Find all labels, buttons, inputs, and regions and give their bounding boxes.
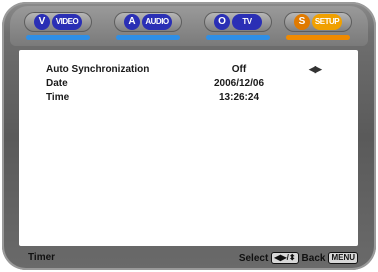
footer-bar: Timer Select ◀▶/⬍ Back MENU xyxy=(18,248,358,268)
video-icon: V xyxy=(34,14,50,30)
settings-panel: Auto Synchronization Off ◀▶ Date 2006/12… xyxy=(19,50,358,246)
back-hint-label: Back xyxy=(301,252,326,264)
tab-label: VIDEO xyxy=(52,14,82,30)
setting-value: 2006/12/06 xyxy=(213,78,265,89)
select-hint-label: Select xyxy=(238,252,269,264)
left-right-arrows-icon[interactable]: ◀▶ xyxy=(309,64,322,75)
footer-title: Timer xyxy=(28,252,56,263)
setup-icon: S xyxy=(294,14,310,30)
tv-icon: O xyxy=(214,14,230,30)
tab-underline xyxy=(116,35,180,40)
setting-row-auto-sync[interactable]: Auto Synchronization Off ◀▶ xyxy=(19,64,358,78)
tab-underline xyxy=(206,35,270,40)
tab-label: SETUP xyxy=(312,14,342,30)
setting-label: Date xyxy=(46,78,68,89)
tab-audio[interactable]: A AUDIO xyxy=(114,10,182,42)
tab-setup[interactable]: S SETUP xyxy=(284,10,352,42)
setting-value: Off xyxy=(231,64,247,75)
footer-hints: Select ◀▶/⬍ Back MENU xyxy=(239,252,358,264)
tab-underline xyxy=(26,35,90,40)
tab-label: TV xyxy=(232,14,262,30)
setting-value: 13:26:24 xyxy=(218,92,260,103)
setting-row-date[interactable]: Date 2006/12/06 xyxy=(19,78,358,92)
tab-bar: V VIDEO A AUDIO O TV S SETUP xyxy=(10,6,368,46)
setting-label: Time xyxy=(46,92,70,103)
tab-video[interactable]: V VIDEO xyxy=(24,10,92,42)
menu-key-icon[interactable]: MENU xyxy=(328,252,358,264)
select-key-icon: ◀▶/⬍ xyxy=(271,252,299,264)
tab-underline-active xyxy=(286,35,350,40)
audio-icon: A xyxy=(124,14,140,30)
tab-tv[interactable]: O TV xyxy=(204,10,272,42)
setting-row-time[interactable]: Time 13:26:24 xyxy=(19,92,358,106)
setting-label: Auto Synchronization xyxy=(46,64,150,75)
tab-label: AUDIO xyxy=(142,14,172,30)
